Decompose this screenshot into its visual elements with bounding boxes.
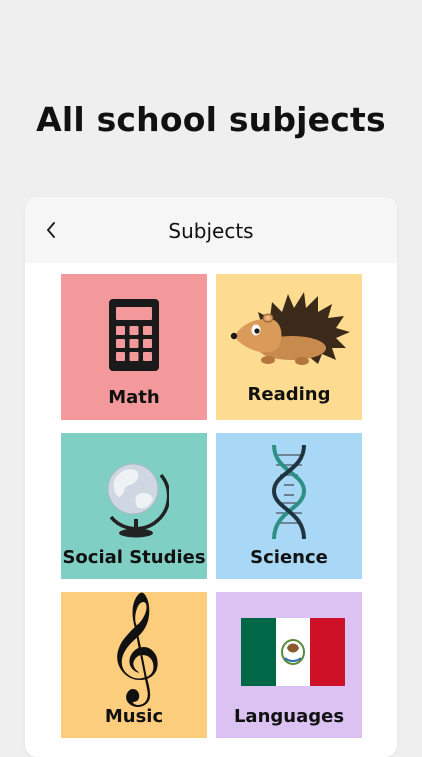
nav-title: Subjects xyxy=(168,219,254,243)
nav-bar: Subjects xyxy=(25,197,397,263)
subject-label: Math xyxy=(108,387,160,408)
globe-icon xyxy=(107,463,169,538)
promo-headline: All school subjects xyxy=(36,100,386,139)
subject-label: Music xyxy=(104,706,164,727)
subject-tile-languages[interactable]: Languages xyxy=(216,592,362,738)
mexico-flag-icon xyxy=(241,618,345,686)
subject-tile-math[interactable]: Math xyxy=(61,274,207,420)
hedgehog-icon xyxy=(230,292,350,365)
subject-label: Social Studies xyxy=(62,547,206,568)
calculator-icon xyxy=(109,299,159,371)
dna-icon xyxy=(271,444,307,540)
treble-clef-icon: 𝄞 xyxy=(105,592,163,702)
subject-tile-music[interactable]: 𝄞 Music xyxy=(61,592,207,738)
subject-label: Reading xyxy=(247,384,331,405)
subject-tile-science[interactable]: Science xyxy=(216,433,362,579)
subject-label: Languages xyxy=(233,706,345,727)
app-screen: Subjects Math Reading Social Studies Sci… xyxy=(25,197,397,757)
subject-label: Science xyxy=(250,547,328,568)
subject-tile-social-studies[interactable]: Social Studies xyxy=(61,433,207,579)
subject-tile-reading[interactable]: Reading xyxy=(216,274,362,420)
